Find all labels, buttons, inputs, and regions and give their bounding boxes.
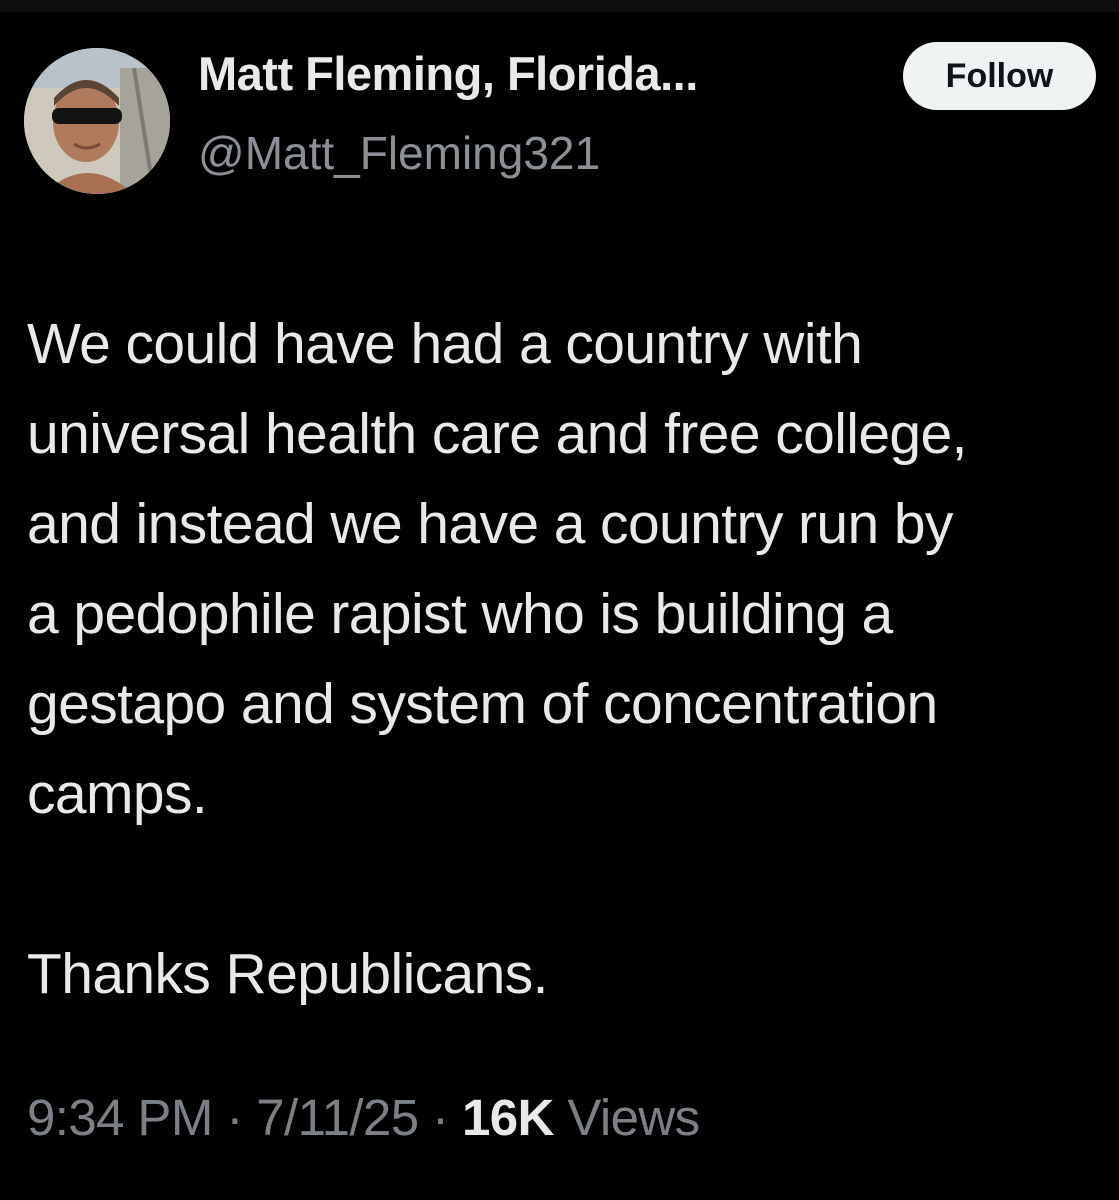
views-label: Views [567, 1089, 700, 1146]
separator: · [226, 1089, 243, 1146]
profile-photo-icon [24, 48, 170, 194]
tweet-metadata: 9:34 PM · 7/11/25 · 16K Views [27, 1088, 700, 1147]
tweet: Matt Fleming, Florida... @Matt_Fleming32… [0, 0, 1119, 1200]
views-count[interactable]: 16K [462, 1089, 554, 1146]
avatar[interactable] [24, 48, 170, 194]
tweet-text: We could have had a country with univers… [27, 312, 967, 1006]
display-name[interactable]: Matt Fleming, Florida... [198, 46, 698, 101]
tweet-time[interactable]: 9:34 PM [27, 1089, 213, 1146]
user-handle[interactable]: @Matt_Fleming321 [198, 126, 600, 180]
separator: · [432, 1089, 449, 1146]
tweet-date[interactable]: 7/11/25 [256, 1089, 419, 1146]
follow-button[interactable]: Follow [903, 42, 1096, 110]
